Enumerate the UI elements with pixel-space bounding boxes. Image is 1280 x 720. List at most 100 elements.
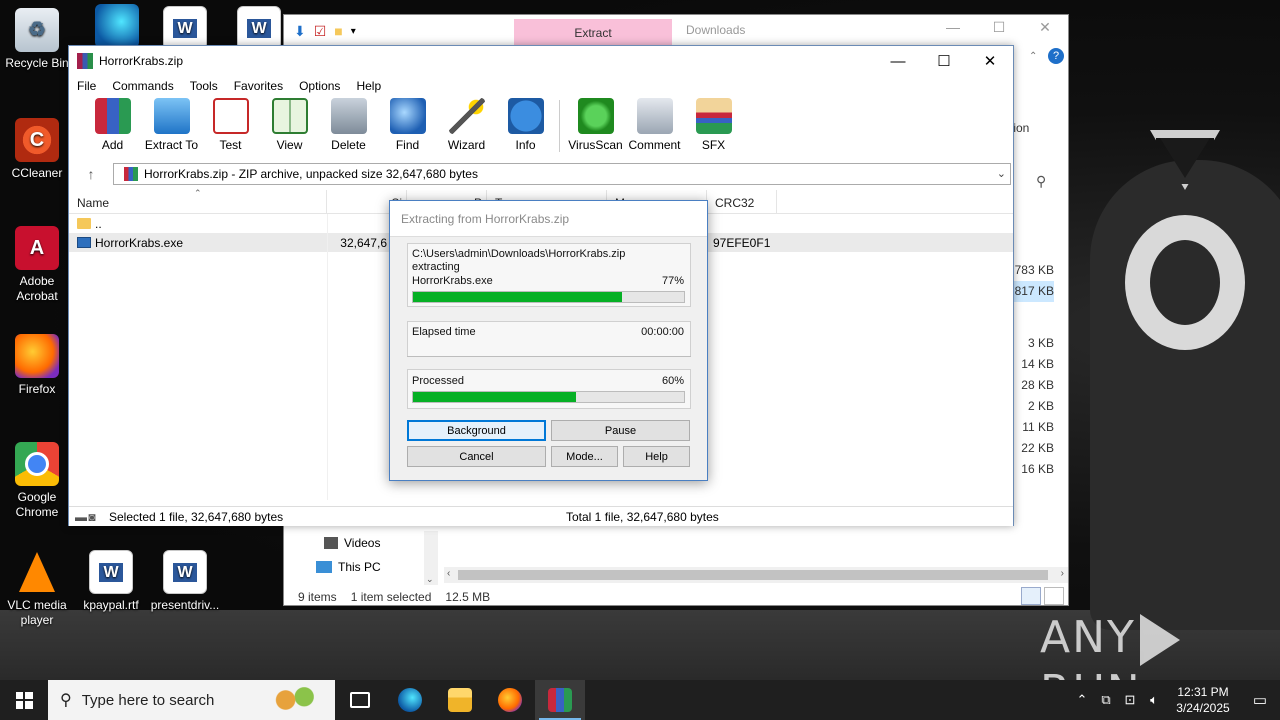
background-button[interactable]: Background bbox=[407, 420, 546, 441]
menu-options[interactable]: Options bbox=[299, 79, 340, 93]
ribbon-collapse-icon[interactable]: ⌃ bbox=[1029, 51, 1037, 62]
tool-label: SFX bbox=[701, 138, 726, 152]
task-view-button[interactable] bbox=[335, 680, 385, 720]
add-button[interactable]: Add bbox=[83, 98, 142, 152]
sfx-button[interactable]: SFX bbox=[684, 98, 743, 152]
status-size: 12.5 MB bbox=[445, 590, 491, 604]
minimize-button[interactable]: — bbox=[930, 19, 976, 43]
row-name: .. bbox=[95, 216, 102, 231]
magnifier-icon bbox=[389, 98, 426, 134]
help-button[interactable]: Help bbox=[623, 446, 690, 467]
row-size: 32,647,6 bbox=[340, 235, 387, 250]
word-doc-icon: W bbox=[163, 550, 207, 594]
search-icon: ⚲ bbox=[60, 692, 72, 709]
nav-item-videos[interactable]: Videos bbox=[284, 531, 439, 555]
download-arrow-icon[interactable]: ⬇ bbox=[294, 23, 306, 40]
delete-button[interactable]: Delete bbox=[319, 98, 378, 152]
notifications-icon[interactable]: ▭ bbox=[1240, 691, 1280, 709]
test-button[interactable]: Test bbox=[201, 98, 260, 152]
tool-label: Wizard bbox=[447, 138, 486, 152]
desktop-icon-presentdriv[interactable]: W presentdriv... bbox=[148, 550, 222, 613]
close-button[interactable]: ✕ bbox=[1022, 19, 1068, 43]
properties-icon[interactable]: ☑ bbox=[314, 23, 327, 40]
menu-help[interactable]: Help bbox=[356, 79, 381, 93]
info-button[interactable]: Info bbox=[496, 98, 555, 152]
desktop-icon-acrobat[interactable]: A Adobe Acrobat bbox=[0, 226, 74, 304]
tool-label: Info bbox=[515, 138, 536, 152]
cancel-button[interactable]: Cancel bbox=[407, 446, 546, 467]
dialog-action: extracting bbox=[412, 261, 460, 273]
archive-path-field[interactable]: HorrorKrabs.zip - ZIP archive, unpacked … bbox=[113, 163, 1011, 185]
nav-item-this-pc[interactable]: This PC bbox=[284, 555, 439, 579]
help-icon[interactable]: ? bbox=[1048, 48, 1064, 64]
firefox-icon bbox=[15, 334, 59, 378]
network-icon[interactable]: ⊡ bbox=[1118, 692, 1142, 708]
desktop-icon-firefox[interactable]: Firefox bbox=[0, 334, 74, 397]
virusscan-button[interactable]: VirusScan bbox=[566, 98, 625, 152]
clock-time: 12:31 PM bbox=[1177, 685, 1229, 699]
volume-icon[interactable]: 🔈︎ bbox=[1142, 692, 1166, 708]
wallpaper-figure-face bbox=[1150, 240, 1220, 325]
menu-file[interactable]: File bbox=[77, 79, 96, 93]
desktop-icon-ccleaner[interactable]: C CCleaner bbox=[0, 118, 74, 181]
start-button[interactable] bbox=[0, 680, 48, 720]
test-clipboard-icon bbox=[212, 98, 249, 134]
nav-scrollbar[interactable]: ⌄ bbox=[424, 531, 438, 585]
minimize-button[interactable]: — bbox=[875, 46, 921, 76]
taskbar-search-box[interactable]: ⚲ Type here to search bbox=[48, 680, 335, 720]
clock[interactable]: 12:31 PM 3/24/2025 bbox=[1166, 684, 1240, 716]
desktop-icon-chrome[interactable]: Google Chrome bbox=[0, 442, 74, 520]
windows-logo-icon bbox=[15, 691, 33, 709]
tray-device-icon[interactable]: ⧉ bbox=[1094, 692, 1118, 708]
tool-label: View bbox=[276, 138, 303, 152]
new-folder-icon[interactable]: ■ bbox=[334, 23, 342, 39]
chevron-down-icon[interactable]: ⌄ bbox=[997, 167, 1006, 180]
firefox-icon bbox=[498, 688, 522, 712]
menu-favorites[interactable]: Favorites bbox=[234, 79, 283, 93]
scrollbar-thumb[interactable] bbox=[458, 570, 1048, 580]
taskbar-file-explorer[interactable] bbox=[435, 680, 485, 720]
search-icon[interactable]: ⚲ bbox=[1036, 173, 1046, 190]
find-button[interactable]: Find bbox=[378, 98, 437, 152]
maximize-button[interactable]: ☐ bbox=[921, 46, 967, 76]
chevron-down-icon[interactable]: ⌄ bbox=[426, 574, 434, 585]
tool-label: VirusScan bbox=[568, 138, 623, 152]
comment-button[interactable]: Comment bbox=[625, 98, 684, 152]
maximize-button[interactable]: ☐ bbox=[976, 19, 1022, 43]
file-percent: 77% bbox=[661, 275, 684, 287]
extraction-dialog: Extracting from HorrorKrabs.zip C:\Users… bbox=[389, 200, 708, 481]
chevron-down-icon[interactable]: ▾ bbox=[351, 26, 356, 37]
taskbar-edge[interactable] bbox=[385, 680, 435, 720]
desktop-icon-recycle-bin[interactable]: ♻ Recycle Bin bbox=[0, 8, 74, 71]
pause-button[interactable]: Pause bbox=[551, 420, 690, 441]
extract-to-button[interactable]: Extract To bbox=[142, 98, 201, 152]
close-button[interactable]: ✕ bbox=[967, 46, 1013, 76]
row-name: HorrorKrabs.exe bbox=[95, 235, 184, 250]
explorer-status-bar: 9 items 1 item selected 12.5 MB bbox=[284, 587, 1068, 607]
wizard-button[interactable]: Wizard bbox=[437, 98, 496, 152]
column-header-crc32[interactable]: CRC32 bbox=[707, 190, 777, 213]
details-view-button[interactable] bbox=[1021, 587, 1041, 605]
comment-icon bbox=[636, 98, 673, 134]
extract-folder-icon bbox=[153, 98, 190, 134]
menu-bar: File Commands Tools Favorites Options He… bbox=[69, 76, 1013, 96]
view-button[interactable]: View bbox=[260, 98, 319, 152]
magic-wand-icon bbox=[448, 98, 485, 134]
chevron-up-icon[interactable]: ⌃ bbox=[1070, 692, 1094, 708]
taskbar-winrar[interactable] bbox=[535, 680, 585, 720]
menu-tools[interactable]: Tools bbox=[190, 79, 218, 93]
scroll-right-icon[interactable]: › bbox=[1061, 568, 1064, 579]
desktop-icon-label: kpaypal.rtf bbox=[83, 598, 139, 612]
menu-commands[interactable]: Commands bbox=[112, 79, 173, 93]
up-arrow-icon[interactable]: ↑ bbox=[69, 166, 113, 182]
mode-button[interactable]: Mode... bbox=[551, 446, 618, 467]
horizontal-scrollbar[interactable]: ‹ › bbox=[444, 567, 1068, 583]
status-selected: 1 item selected bbox=[350, 590, 432, 604]
large-icons-view-button[interactable] bbox=[1044, 587, 1064, 605]
desktop-icon-kpaypal[interactable]: W kpaypal.rtf bbox=[74, 550, 148, 613]
processed-progress-fill bbox=[413, 392, 576, 402]
desktop-icon-vlc[interactable]: VLC media player bbox=[0, 550, 74, 628]
taskbar-firefox[interactable] bbox=[485, 680, 535, 720]
ribbon-tab-extract[interactable]: Extract bbox=[514, 19, 672, 46]
scroll-left-icon[interactable]: ‹ bbox=[447, 568, 450, 579]
